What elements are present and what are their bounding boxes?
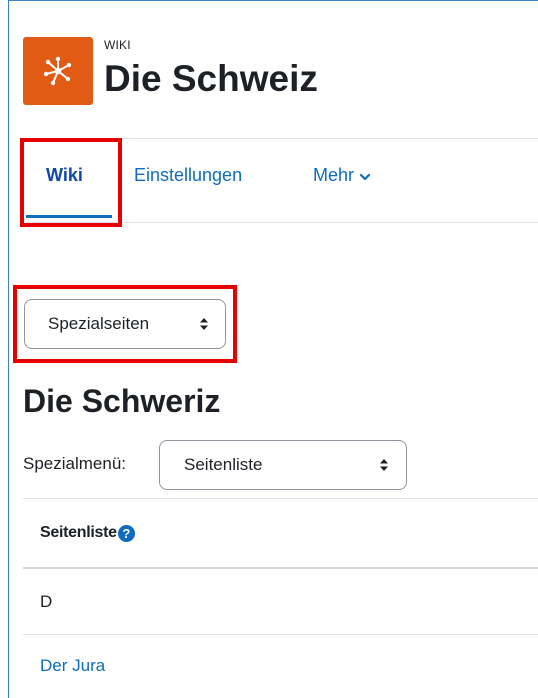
highlight-box-page-select xyxy=(13,285,237,363)
wiki-page-heading: Die Schweriz xyxy=(23,383,221,419)
select-sort-icon xyxy=(380,459,388,471)
table-header-seitenliste: Seitenliste ? xyxy=(40,524,135,542)
special-menu-label: Spezialmenü: xyxy=(23,454,127,473)
chevron-down-icon xyxy=(359,173,371,181)
wiki-icon xyxy=(43,56,72,86)
tab-mehr[interactable]: Mehr xyxy=(313,165,372,186)
table-header-divider xyxy=(23,567,538,569)
table-row-link-der-jura[interactable]: Der Jura xyxy=(40,656,105,676)
special-menu-select-value: Seitenliste xyxy=(184,455,263,474)
question-circle-icon[interactable]: ? xyxy=(117,524,135,542)
table-row-divider xyxy=(23,634,538,635)
table-row-letter: D xyxy=(40,592,53,611)
table-top-divider xyxy=(23,498,538,499)
table-header-label: Seitenliste xyxy=(40,524,117,541)
page-title: Die Schweiz xyxy=(104,58,318,99)
module-type-label: WIKI xyxy=(104,38,131,52)
highlight-box-wiki-tab xyxy=(20,138,122,227)
special-menu-select[interactable]: Seitenliste xyxy=(159,440,407,490)
wiki-module-icon xyxy=(23,37,93,105)
tab-einstellungen[interactable]: Einstellungen xyxy=(134,165,242,186)
tab-mehr-label: Mehr xyxy=(313,165,355,185)
